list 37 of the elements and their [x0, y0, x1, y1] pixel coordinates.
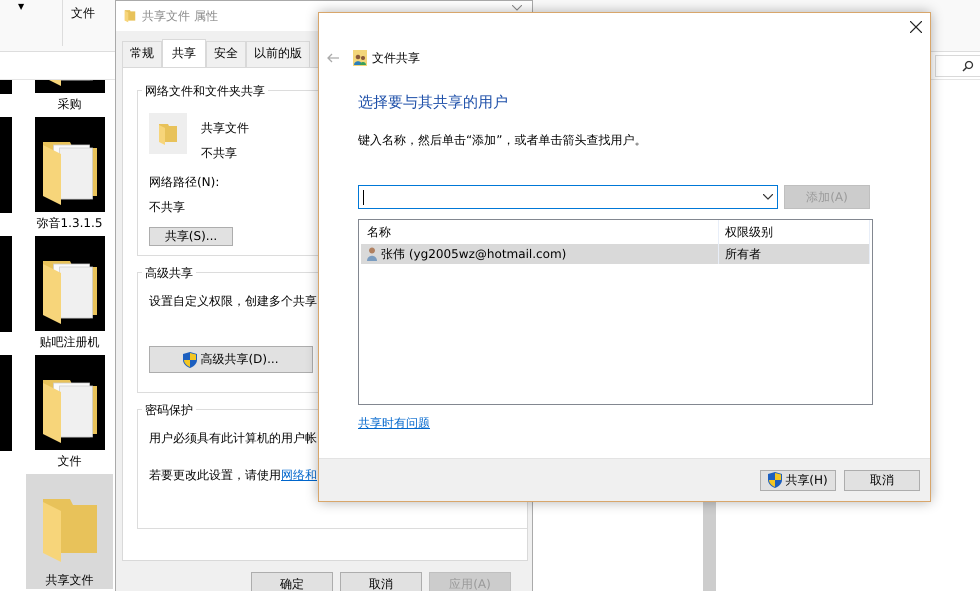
description: 设置自定义权限，创建多个共享	[149, 293, 318, 310]
file-name: 贴吧注册机	[40, 334, 100, 351]
path-value: 不共享	[149, 199, 186, 216]
tab[interactable]: 以前的版	[246, 41, 310, 67]
dialog-title: 文件共享	[372, 50, 420, 66]
advanced-sharing-button[interactable]: 高级共享(D)...	[149, 346, 313, 373]
group-heading: 网络文件和文件夹共享	[142, 83, 268, 100]
share-button[interactable]: 共享(S)...	[149, 227, 233, 246]
network-link[interactable]: 网络和	[281, 468, 317, 482]
dialog-button[interactable]: 共享(H)	[760, 470, 836, 490]
file-name: 文件	[58, 453, 82, 470]
group-heading: 密码保护	[142, 402, 196, 419]
dialog-heading: 选择要与其共享的用户	[358, 93, 509, 112]
ribbon-label[interactable]: 文件	[71, 5, 96, 22]
file-name: 弥音1.3.1.5	[36, 215, 102, 232]
path-label: 网络路径(N):	[149, 174, 220, 191]
folder-name: 共享文件	[201, 120, 249, 137]
share-status: 不共享	[201, 145, 238, 162]
tab[interactable]: 安全	[206, 41, 246, 67]
help-link[interactable]: 共享时有问题	[358, 415, 430, 432]
file-name: 采购	[58, 96, 82, 113]
window-title: 共享文件 属性	[142, 8, 218, 24]
file-item[interactable]: 共享文件	[26, 474, 113, 589]
file-item[interactable]: 采购	[26, 80, 113, 113]
table-row[interactable]: 张伟 (yg2005wz@hotmail.com) 所有者	[361, 244, 870, 264]
description: 用户必须具有此计算机的用户帐	[149, 430, 318, 447]
table-cell: 张伟 (yg2005wz@hotmail.com)	[381, 246, 566, 262]
file-name: 共享文件	[46, 572, 94, 589]
dialog-button[interactable]: 确定	[251, 572, 333, 591]
dialog-button[interactable]: 取消	[340, 572, 422, 591]
dropdown-icon[interactable]: ▼	[18, 2, 24, 11]
dialog-button[interactable]: 取消	[844, 470, 920, 490]
table-cell: 所有者	[725, 246, 761, 262]
instruction: 键入名称，然后单击“添加”，或者单击箭头查找用户。	[358, 132, 648, 149]
tab[interactable]: 共享	[162, 39, 206, 67]
tab[interactable]: 常规	[122, 41, 162, 67]
group-heading: 高级共享	[142, 265, 196, 282]
